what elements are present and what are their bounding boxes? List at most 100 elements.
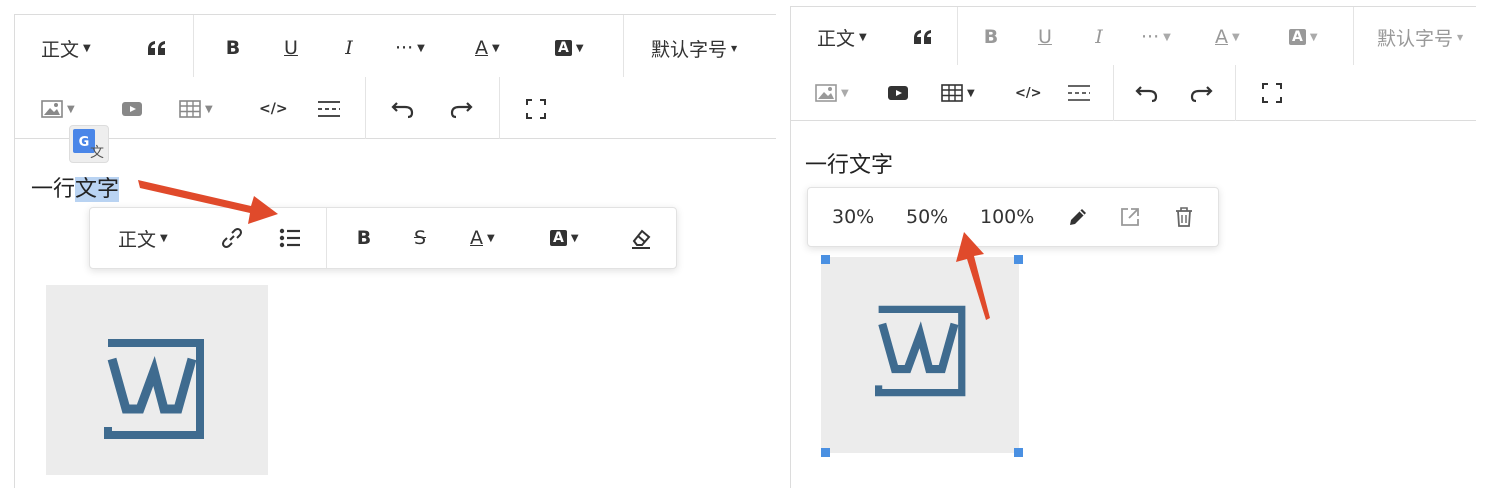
image-open-button[interactable] xyxy=(1118,188,1142,246)
logo-image xyxy=(104,339,208,439)
resize-handle-top-left[interactable] xyxy=(821,255,830,264)
quote-button[interactable] xyxy=(145,33,169,63)
bg-color-button-right[interactable]: A ▼ xyxy=(1289,23,1318,51)
image-toolbar: 30% 50% 100% xyxy=(807,187,1219,247)
bg-color-button[interactable]: A ▼ xyxy=(555,33,584,63)
quote-icon xyxy=(147,40,167,56)
font-size-select[interactable]: 默认字号 ▼ xyxy=(651,33,737,63)
image-size-50-button[interactable]: 50% xyxy=(906,188,948,246)
video-button-right[interactable] xyxy=(887,79,909,107)
font-color-button[interactable]: A ▼ xyxy=(475,33,500,63)
external-link-icon xyxy=(1119,206,1141,228)
more-button-right[interactable]: ··· ▼ xyxy=(1141,23,1171,51)
trash-icon xyxy=(1174,206,1194,228)
content-text-selected: 文字 xyxy=(75,177,120,202)
image-size-100-button[interactable]: 100% xyxy=(980,188,1034,246)
fullscreen-icon xyxy=(1261,82,1283,104)
video-button[interactable] xyxy=(121,95,143,123)
paragraph-label: 正文 xyxy=(41,38,80,61)
image-icon xyxy=(815,84,837,102)
embedded-image-right[interactable] xyxy=(821,257,1019,453)
code-button-right[interactable]: </> xyxy=(1015,79,1042,107)
translate-badge[interactable]: G 文 xyxy=(69,125,109,163)
hover-font-color-button[interactable]: A ▼ xyxy=(470,208,495,268)
image-button-right[interactable]: ▼ xyxy=(815,79,849,107)
hover-list-button[interactable] xyxy=(276,208,304,268)
more-label: ··· xyxy=(395,37,414,59)
paragraph-select[interactable]: 正文 ▼ xyxy=(41,33,91,63)
font-size-label: 默认字号 xyxy=(651,38,728,61)
font-color-label: A xyxy=(475,37,488,59)
rich-text-editor-left: 正文 ▼ B U I ··· ▼ A ▼ A ▼ 默认字号 ▼ ▼ ▼ </> … xyxy=(14,14,776,488)
fullscreen-button-right[interactable] xyxy=(1261,79,1283,107)
hover-bg-color-label: A xyxy=(550,230,567,246)
bulleted-list-icon xyxy=(279,228,301,248)
divider-button-right[interactable] xyxy=(1067,79,1091,107)
underline-button-right[interactable]: U xyxy=(1033,23,1057,51)
hover-clear-format-button[interactable] xyxy=(628,208,654,268)
quote-button-right[interactable] xyxy=(911,23,935,51)
resize-handle-top-right[interactable] xyxy=(1014,255,1023,264)
redo-icon xyxy=(449,99,473,119)
content-line-right[interactable]: 一行文字 xyxy=(805,147,893,179)
resize-handle-bottom-left[interactable] xyxy=(821,448,830,457)
divider-button[interactable] xyxy=(317,95,341,123)
code-button[interactable]: </> xyxy=(259,95,288,123)
editor-toolbar: 正文 ▼ B U I ··· ▼ A ▼ A ▼ 默认字号 ▼ ▼ ▼ </> xyxy=(15,15,776,139)
undo-button[interactable] xyxy=(391,95,415,123)
logo-image xyxy=(875,305,969,397)
image-button[interactable]: ▼ xyxy=(41,95,75,123)
divider-icon xyxy=(1067,84,1091,102)
font-color-label-right: A xyxy=(1215,26,1228,48)
bold-button-right[interactable]: B xyxy=(979,23,1003,51)
redo-button[interactable] xyxy=(449,95,473,123)
redo-icon xyxy=(1189,83,1213,103)
undo-button-right[interactable] xyxy=(1135,79,1159,107)
hover-bold-button[interactable]: B xyxy=(352,208,376,268)
font-color-button-right[interactable]: A ▼ xyxy=(1215,23,1240,51)
hover-bg-color-button[interactable]: A ▼ xyxy=(550,208,579,268)
font-size-select-right[interactable]: 默认字号 ▼ xyxy=(1377,23,1463,51)
video-icon xyxy=(887,84,909,102)
resize-handle-bottom-right[interactable] xyxy=(1014,448,1023,457)
redo-button-right[interactable] xyxy=(1189,79,1213,107)
video-icon xyxy=(121,100,143,118)
underline-button[interactable]: U xyxy=(279,33,303,63)
text-hover-toolbar: 正文 ▼ B S A ▼ A ▼ xyxy=(89,207,677,269)
more-label-right: ··· xyxy=(1141,26,1160,48)
image-size-30-button[interactable]: 30% xyxy=(832,188,874,246)
image-edit-button[interactable] xyxy=(1066,188,1090,246)
italic-button[interactable]: I xyxy=(337,33,361,63)
bold-button[interactable]: B xyxy=(221,33,245,63)
bg-color-label: A xyxy=(555,40,572,56)
paragraph-select-right[interactable]: 正文 ▼ xyxy=(817,23,867,51)
more-button[interactable]: ··· ▼ xyxy=(395,33,425,63)
hover-strike-button[interactable]: S xyxy=(408,208,432,268)
link-icon xyxy=(221,227,243,249)
bg-color-label-right: A xyxy=(1289,29,1306,45)
quote-icon xyxy=(913,29,933,45)
divider-icon xyxy=(317,100,341,118)
image-icon xyxy=(41,100,63,118)
italic-button-right[interactable]: I xyxy=(1087,23,1111,51)
paragraph-label-right: 正文 xyxy=(817,27,856,50)
hover-link-button[interactable] xyxy=(218,208,246,268)
hover-paragraph-label: 正文 xyxy=(118,228,157,251)
rich-text-editor-right: 正文 ▼ B U I ··· ▼ A ▼ A ▼ 默认字号 ▼ ▼ ▼ </> … xyxy=(790,6,1476,488)
table-icon xyxy=(941,84,963,102)
table-icon xyxy=(179,100,201,118)
hover-font-color-label: A xyxy=(470,227,483,249)
content-line[interactable]: 一行文字 xyxy=(31,171,120,203)
hover-paragraph-select[interactable]: 正文 ▼ xyxy=(118,208,168,268)
undo-icon xyxy=(1135,83,1159,103)
pencil-icon xyxy=(1067,206,1089,228)
table-button[interactable]: ▼ xyxy=(179,95,213,123)
translate-badge-label: 文 xyxy=(90,145,104,161)
image-delete-button[interactable] xyxy=(1172,188,1196,246)
table-button-right[interactable]: ▼ xyxy=(941,79,975,107)
fullscreen-button[interactable] xyxy=(525,95,547,123)
editor-toolbar-right: 正文 ▼ B U I ··· ▼ A ▼ A ▼ 默认字号 ▼ ▼ ▼ </> xyxy=(791,7,1476,121)
svg-text:G: G xyxy=(79,135,90,150)
embedded-image[interactable] xyxy=(46,285,268,475)
content-text-plain: 一行 xyxy=(31,177,76,202)
